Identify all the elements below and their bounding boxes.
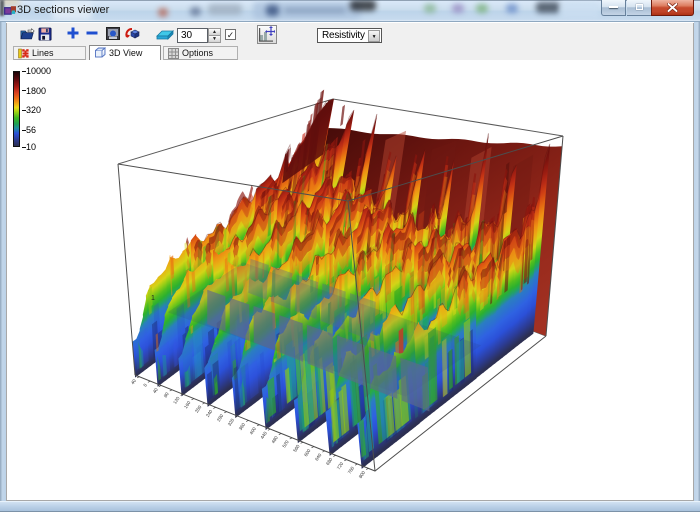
svg-text:0: 0	[142, 382, 148, 387]
svg-text:40: 40	[152, 387, 159, 394]
svg-text:640: 640	[314, 452, 323, 462]
svg-text:120: 120	[172, 395, 181, 405]
svg-text:1: 1	[151, 295, 155, 302]
svg-text:40: 40	[130, 378, 137, 385]
svg-text:600: 600	[303, 448, 312, 458]
svg-text:680: 680	[325, 457, 334, 467]
svg-text:80: 80	[163, 391, 170, 398]
svg-text:760: 760	[347, 465, 356, 475]
svg-text:720: 720	[336, 461, 345, 471]
svg-text:480: 480	[270, 435, 279, 445]
svg-text:800: 800	[358, 470, 367, 480]
svg-text:520: 520	[281, 439, 290, 449]
svg-text:280: 280	[216, 413, 225, 423]
svg-text:440: 440	[260, 430, 269, 440]
svg-text:400: 400	[249, 426, 258, 436]
svg-text:560: 560	[292, 443, 301, 453]
svg-text:360: 360	[238, 422, 247, 432]
svg-text:200: 200	[194, 404, 203, 414]
svg-text:320: 320	[227, 417, 236, 427]
svg-text:160: 160	[183, 400, 192, 410]
svg-text:240: 240	[205, 409, 214, 419]
